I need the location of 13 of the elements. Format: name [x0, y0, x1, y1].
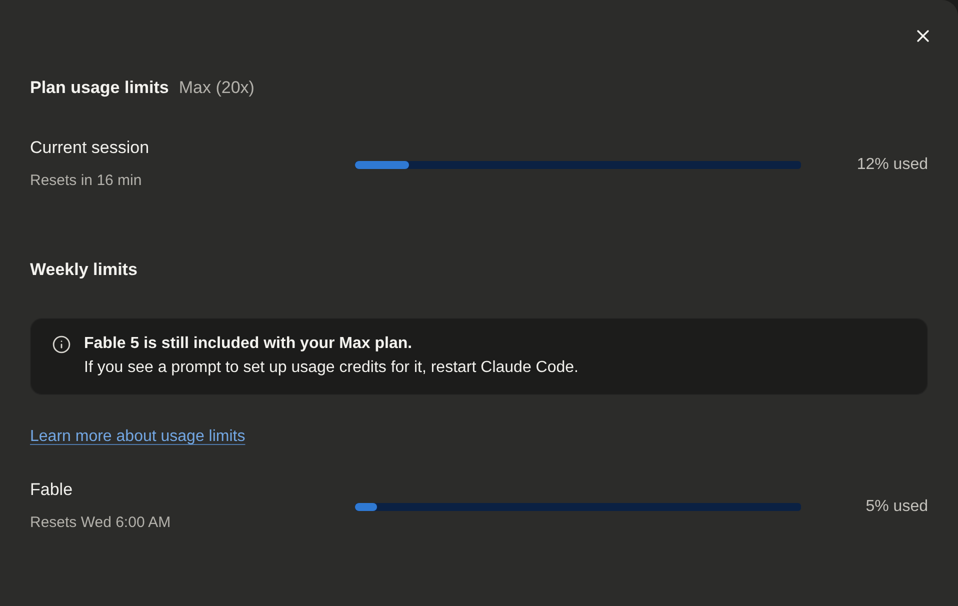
- usage-reading: 5% used: [866, 496, 928, 516]
- learn-more-link[interactable]: Learn more about usage limits: [30, 426, 246, 448]
- notice-heading: Fable 5 is still included with your Max plan.: [84, 334, 412, 354]
- notice-text: If you see a prompt to set up usage credits for it, restart Claude Code.: [84, 358, 578, 378]
- reset-time: Resets in 16 min: [30, 171, 142, 191]
- usage-label: Current session: [30, 137, 150, 159]
- usage-reading: 12% used: [856, 154, 928, 174]
- usage-label: Fable: [30, 479, 73, 501]
- info-icon: [52, 335, 71, 354]
- dialog-title: Plan usage limits: [30, 77, 169, 99]
- section-title: Weekly limits: [30, 259, 138, 281]
- plan-name: Max (20x): [178, 77, 254, 99]
- reset-time: Resets Wed 6:00 AM: [30, 513, 171, 533]
